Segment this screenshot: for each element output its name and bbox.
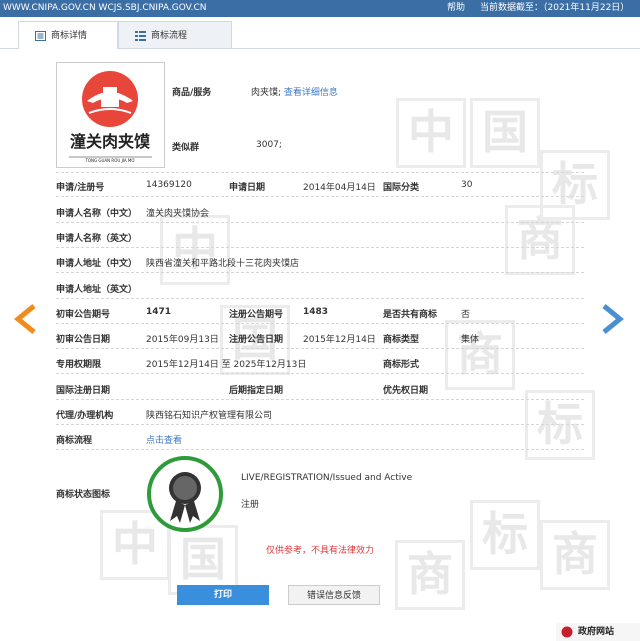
- goods-value: 肉夹馍; 查看详细信息: [251, 88, 338, 98]
- goods-label: 商品/服务: [172, 88, 212, 98]
- apply-date-value: 2014年04月14日: [303, 183, 376, 193]
- watermark: 标: [540, 150, 610, 220]
- reg-no-label: 申请/注册号: [56, 183, 105, 193]
- trademark-logo: 潼关肉夹馍 TONG GUAN ROU JIA MO: [69, 71, 152, 163]
- reg-pub-no-value: 1483: [303, 307, 329, 317]
- watermark: 中: [160, 215, 230, 285]
- disclaimer: 仅供参考，不具有法律效力: [266, 546, 375, 556]
- divider: [56, 222, 584, 223]
- next-arrow-icon[interactable]: [602, 304, 624, 334]
- watermark: 商: [540, 520, 610, 590]
- prelim-no-value: 1471: [146, 307, 172, 317]
- top-bar: WWW.CNIPA.GOV.CN WCJS.SBJ.CNIPA.GOV.CN 帮…: [0, 0, 640, 17]
- address-cn-label: 申请人地址（中文）: [56, 259, 138, 269]
- agent-label: 代理/办理机构: [56, 411, 114, 421]
- class-value: 3007;: [256, 140, 282, 150]
- type-label: 商标类型: [383, 335, 420, 345]
- document-icon: [35, 31, 46, 41]
- intl-reg-date-label: 国际注册日期: [56, 386, 111, 396]
- error-feedback-button[interactable]: 错误信息反馈: [288, 585, 380, 605]
- watermark: 标: [470, 500, 540, 570]
- tab-label: 商标详情: [51, 31, 88, 41]
- applicant-cn-value: 潼关肉夹馍协会: [146, 209, 210, 219]
- term-value: 2015年12月14日 至 2025年12月13日: [146, 360, 307, 370]
- prev-arrow-icon[interactable]: [14, 304, 36, 334]
- divider: [56, 399, 584, 400]
- intl-class-value: 30: [461, 180, 473, 190]
- priority-date-label: 优先权日期: [383, 386, 429, 396]
- divider: [56, 196, 584, 197]
- applicant-cn-label: 申请人名称（中文）: [56, 209, 138, 219]
- address-en-label: 申请人地址（英文）: [56, 285, 138, 295]
- watermark: 中: [396, 98, 466, 168]
- divider: [56, 424, 584, 425]
- status-icon-label: 商标状态图标: [56, 490, 111, 500]
- intl-class-label: 国际分类: [383, 183, 420, 193]
- divider: [56, 348, 584, 349]
- shared-value: 否: [461, 310, 471, 320]
- status-en: LIVE/REGISTRATION/Issued and Active: [241, 473, 413, 483]
- divider: [56, 323, 584, 324]
- tab-label: 商标流程: [151, 31, 188, 41]
- address-cn-value: 陕西省潼关和平路北段十三花肉夹馍店: [146, 259, 300, 269]
- registered-badge-icon: [147, 456, 223, 532]
- print-button[interactable]: 打印: [177, 585, 269, 605]
- data-deadline: 当前数据截至：（2021年11月22日）: [480, 3, 630, 13]
- tab-trademark-detail[interactable]: 商标详情: [18, 21, 118, 50]
- divider: [56, 272, 584, 273]
- list-icon: [135, 31, 146, 41]
- reg-no-value: 14369120: [146, 180, 192, 190]
- class-label: 类似群: [172, 143, 200, 153]
- later-date-label: 后期指定日期: [229, 386, 284, 396]
- watermark: 商: [445, 320, 515, 390]
- watermark: 国: [470, 98, 540, 168]
- shared-label: 是否共有商标: [383, 310, 438, 320]
- process-label: 商标流程: [56, 436, 93, 446]
- tab-trademark-process[interactable]: 商标流程: [118, 21, 232, 49]
- prelim-date-label: 初审公告日期: [56, 335, 111, 345]
- apply-date-label: 申请日期: [229, 183, 266, 193]
- prelim-no-label: 初审公告期号: [56, 310, 111, 320]
- site-urls: WWW.CNIPA.GOV.CN WCJS.SBJ.CNIPA.GOV.CN: [3, 3, 207, 13]
- divider: [56, 449, 584, 450]
- svg-text:TONG GUAN ROU JIA MO: TONG GUAN ROU JIA MO: [84, 158, 134, 163]
- help-link[interactable]: 帮助: [447, 0, 465, 17]
- reg-pub-no-label: 注册公告期号: [229, 310, 284, 320]
- divider: [56, 373, 584, 374]
- divider: [56, 298, 584, 299]
- gov-emblem-icon: [561, 626, 573, 638]
- view-details-link[interactable]: 查看详细信息: [284, 88, 338, 98]
- reg-pub-date-value: 2015年12月14日: [303, 335, 376, 345]
- watermark: 商: [395, 540, 465, 610]
- type-value: 集体: [461, 335, 480, 345]
- status-cn: 注册: [241, 500, 260, 510]
- reg-pub-date-label: 注册公告日期: [229, 335, 284, 345]
- trademark-image: 潼关肉夹馍 TONG GUAN ROU JIA MO: [56, 62, 165, 168]
- divider: [56, 247, 584, 248]
- term-label: 专用权期限: [56, 360, 102, 370]
- agent-value: 陕西铭石知识产权管理有限公司: [146, 411, 273, 421]
- divider: [56, 172, 584, 173]
- svg-text:潼关肉夹馍: 潼关肉夹馍: [70, 132, 151, 151]
- view-process-link[interactable]: 点击查看: [146, 433, 182, 446]
- prelim-date-value: 2015年09月13日: [146, 335, 219, 345]
- form-label: 商标形式: [383, 360, 420, 370]
- applicant-en-label: 申请人名称（英文）: [56, 234, 138, 244]
- tab-bar: 商标详情 商标流程: [0, 21, 640, 50]
- gov-website-badge[interactable]: 政府网站: [556, 623, 640, 641]
- gov-website-label: 政府网站: [578, 627, 615, 637]
